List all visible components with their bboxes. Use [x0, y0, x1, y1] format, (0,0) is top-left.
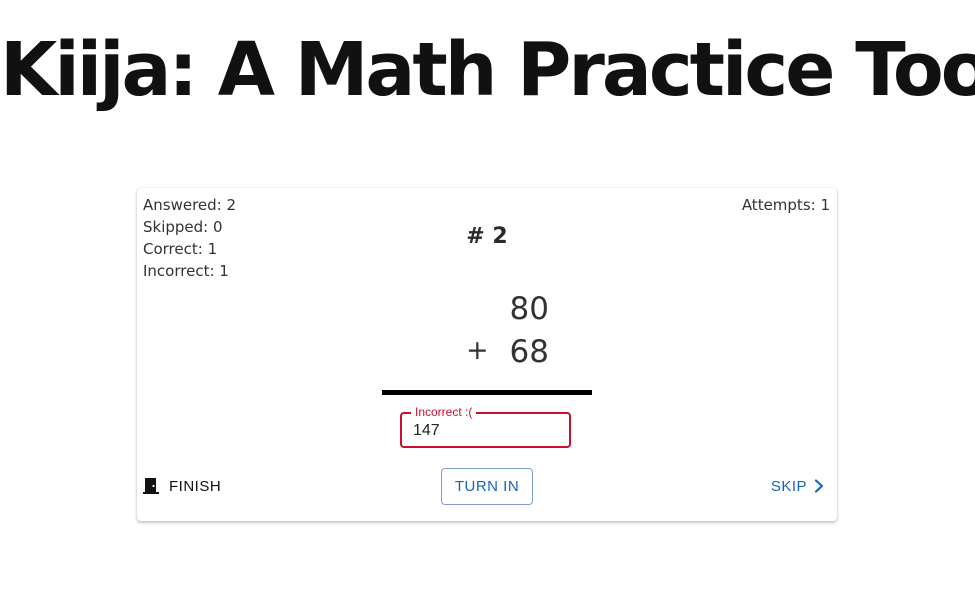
- answer-field[interactable]: Incorrect :(: [400, 405, 571, 448]
- turn-in-button[interactable]: TURN IN: [441, 468, 533, 505]
- chevron-right-icon: [813, 479, 825, 493]
- sum-divider: [382, 390, 592, 395]
- answer-status-label: Incorrect :(: [411, 405, 477, 419]
- finish-label: FINISH: [169, 477, 222, 495]
- finish-button[interactable]: FINISH: [143, 476, 221, 496]
- answer-input[interactable]: [413, 422, 563, 440]
- page-title: Kiija: A Math Practice Tool: [0, 27, 975, 113]
- practice-card: Answered: 2 Skipped: 0 Correct: 1 Incorr…: [137, 188, 837, 521]
- operand-top: 80: [509, 291, 549, 327]
- operand-bottom: 68: [509, 334, 549, 370]
- attempts-count: Attempts: 1: [741, 196, 830, 214]
- operator-sign: +: [466, 335, 489, 366]
- door-icon: [143, 477, 159, 495]
- answered-count: Answered: 2: [143, 196, 237, 214]
- problem-number: # 2: [466, 224, 508, 249]
- skip-button[interactable]: SKIP: [771, 476, 825, 496]
- skip-label: SKIP: [770, 477, 807, 495]
- incorrect-count: Incorrect: 1: [143, 262, 229, 280]
